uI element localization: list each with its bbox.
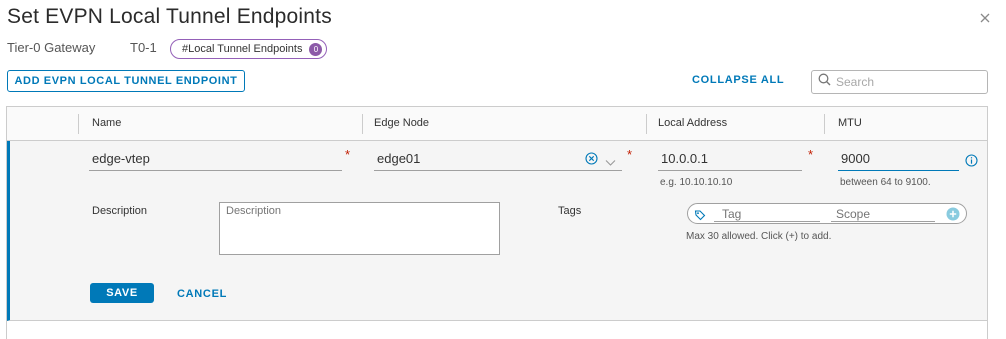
column-separator bbox=[824, 114, 825, 134]
required-marker: * bbox=[808, 147, 814, 162]
required-marker: * bbox=[345, 147, 351, 162]
add-tag-icon[interactable] bbox=[946, 207, 960, 226]
clear-icon[interactable] bbox=[585, 152, 598, 170]
tags-hint: Max 30 allowed. Click (+) to add. bbox=[686, 231, 832, 242]
pill-label: #Local Tunnel Endpoints bbox=[182, 43, 303, 55]
endpoint-edit-row: * * * e.g. 10.10.10.10 between 64 to 910… bbox=[7, 141, 987, 321]
info-icon[interactable] bbox=[965, 154, 978, 172]
column-header-local-address[interactable]: Local Address bbox=[658, 117, 727, 129]
mtu-input[interactable] bbox=[838, 147, 959, 169]
required-marker: * bbox=[627, 147, 633, 162]
add-evpn-local-tunnel-endpoint-button[interactable]: ADD EVPN LOCAL TUNNEL ENDPOINT bbox=[7, 70, 245, 92]
scope-field[interactable] bbox=[831, 205, 935, 222]
name-input[interactable] bbox=[89, 147, 342, 169]
local-tunnel-endpoints-pill[interactable]: #Local Tunnel Endpoints 0 bbox=[170, 39, 328, 59]
cancel-button[interactable]: CANCEL bbox=[177, 288, 227, 300]
chevron-down-icon[interactable] bbox=[605, 154, 616, 172]
column-header-edge-node[interactable]: Edge Node bbox=[374, 117, 429, 129]
close-icon[interactable] bbox=[980, 11, 990, 26]
mtu-hint: between 64 to 9100. bbox=[840, 177, 931, 188]
column-header-name[interactable]: Name bbox=[92, 117, 121, 129]
tag-input[interactable] bbox=[714, 207, 820, 221]
save-button[interactable]: SAVE bbox=[90, 283, 154, 303]
search-input[interactable] bbox=[836, 75, 976, 89]
scope-input[interactable] bbox=[831, 207, 935, 221]
tags-label: Tags bbox=[558, 205, 582, 217]
description-textarea[interactable] bbox=[219, 202, 500, 255]
search-icon bbox=[818, 73, 831, 91]
edge-node-select[interactable] bbox=[374, 147, 622, 171]
tag-field[interactable] bbox=[714, 205, 820, 222]
edge-node-input[interactable] bbox=[374, 147, 574, 169]
local-address-input[interactable] bbox=[658, 147, 802, 169]
local-address-field[interactable] bbox=[658, 147, 802, 171]
endpoints-table: Name Edge Node Local Address MTU * * * bbox=[6, 106, 988, 339]
collapse-all-button[interactable]: COLLAPSE ALL bbox=[692, 74, 784, 86]
gateway-name: T0-1 bbox=[130, 40, 157, 55]
pill-count-badge: 0 bbox=[309, 42, 323, 56]
column-separator bbox=[78, 114, 79, 134]
name-field[interactable] bbox=[89, 147, 342, 171]
search-box[interactable] bbox=[811, 70, 988, 94]
description-label: Description bbox=[92, 205, 148, 217]
column-separator bbox=[362, 114, 363, 134]
table-header: Name Edge Node Local Address MTU bbox=[7, 107, 987, 141]
local-address-hint: e.g. 10.10.10.10 bbox=[660, 177, 733, 188]
column-header-mtu[interactable]: MTU bbox=[838, 117, 862, 129]
gateway-type-label: Tier-0 Gateway bbox=[7, 40, 96, 55]
tag-input-group bbox=[687, 203, 967, 224]
dialog-title: Set EVPN Local Tunnel Endpoints bbox=[7, 5, 332, 28]
mtu-field[interactable] bbox=[838, 147, 959, 171]
column-separator bbox=[646, 114, 647, 134]
tag-icon bbox=[694, 208, 706, 226]
